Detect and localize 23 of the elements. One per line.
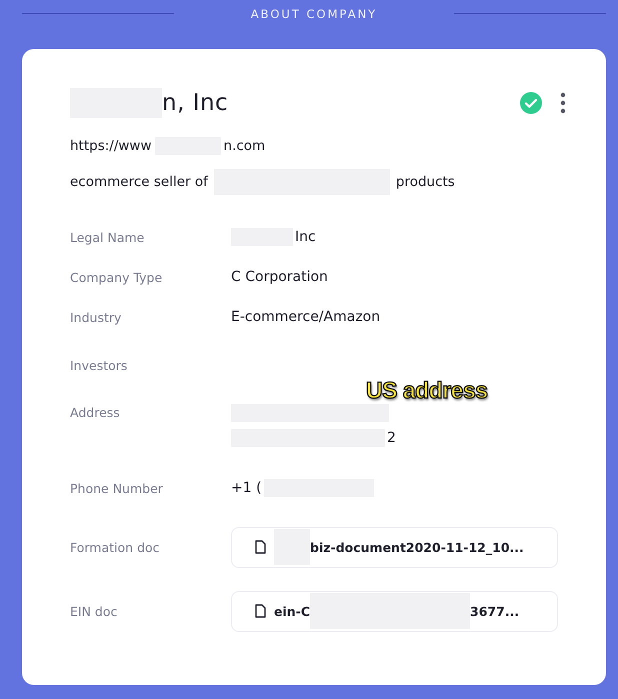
section-title: ABOUT COMPANY xyxy=(250,6,378,20)
company-description: ecommerce seller of products xyxy=(70,172,558,192)
file-icon xyxy=(255,604,266,618)
more-options-icon[interactable] xyxy=(560,92,566,114)
company-name: n, Inc xyxy=(70,88,228,118)
field-value: C Corporation xyxy=(231,268,329,286)
field-label: EIN doc xyxy=(70,602,118,620)
field-value: Inc xyxy=(231,228,558,246)
field-label: Address xyxy=(70,404,121,422)
document-link[interactable]: biz-document2020-11-12_10... xyxy=(231,526,558,568)
field-value: 2 xyxy=(231,428,558,447)
field-label: Company Type xyxy=(70,268,164,286)
field-label: Legal Name xyxy=(70,228,146,246)
annotation-caption: US address xyxy=(366,377,488,404)
field-value: E-commerce/Amazon xyxy=(231,308,382,326)
field-label: Investors xyxy=(70,356,128,374)
file-icon xyxy=(255,540,266,554)
document-link[interactable]: ein-C 3677... xyxy=(231,590,558,632)
field-label: Phone Number xyxy=(70,480,164,498)
field-value: +1 ( xyxy=(231,478,558,498)
field-label: Industry xyxy=(70,308,122,326)
company-website: https://www n.com xyxy=(70,136,266,156)
field-label: Formation doc xyxy=(70,538,161,556)
